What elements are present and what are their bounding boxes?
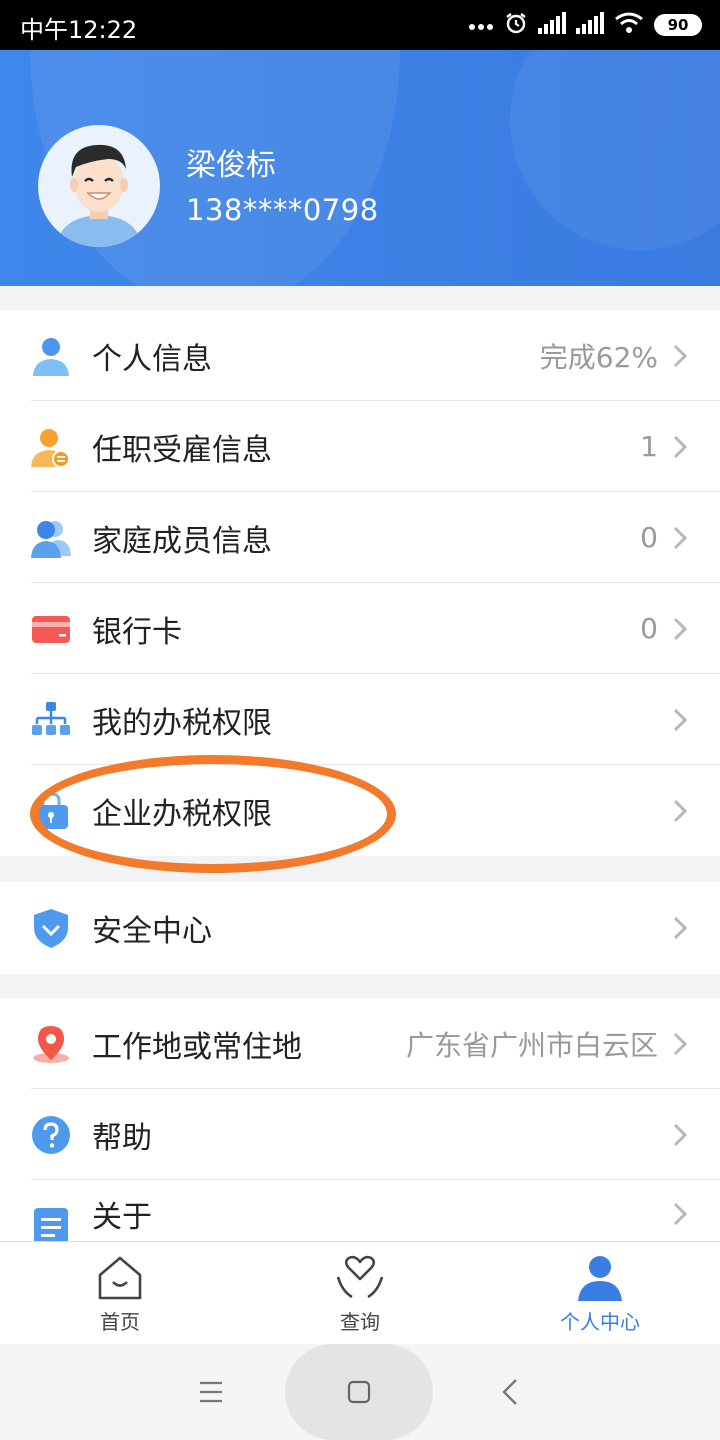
family-icon	[31, 521, 71, 558]
menu-group-personal: 个人信息 完成62% 任职受雇信息 1 家庭成员信息 0 银行卡 0 我的办税权…	[0, 310, 720, 856]
tab-label: 个人中心	[560, 1310, 640, 1334]
chevron-right-icon	[673, 1202, 688, 1226]
person-icon	[33, 338, 69, 376]
help-icon	[32, 1116, 70, 1154]
menu-item-security-center[interactable]: 安全中心	[0, 882, 720, 974]
org-chart-icon	[32, 702, 70, 735]
bank-card-icon	[32, 616, 70, 643]
menu-item-enterprise-tax-permission[interactable]: 企业办税权限	[0, 765, 720, 856]
status-icons: 90	[468, 8, 702, 42]
enterprise-lock-icon	[34, 792, 68, 829]
menu-item-my-tax-permission[interactable]: 我的办税权限	[0, 674, 720, 765]
system-nav-bar	[0, 1344, 720, 1440]
square-icon	[347, 1380, 371, 1404]
wifi-icon	[614, 12, 644, 38]
menu-item-label: 我的办税权限	[92, 705, 272, 741]
signal-icon	[538, 12, 566, 38]
signal-icon	[576, 12, 604, 38]
location-pin-icon	[33, 1026, 69, 1063]
back-icon[interactable]	[500, 1377, 520, 1407]
chevron-right-icon	[673, 435, 688, 458]
home-icon	[98, 1256, 142, 1300]
menu-item-value: 广东省广州市白云区	[405, 1028, 658, 1062]
heart-hands-icon	[336, 1255, 384, 1299]
shield-icon	[34, 909, 68, 948]
menu-item-label: 个人信息	[92, 341, 212, 377]
menu-item-value: 1	[640, 430, 658, 463]
menu-item-label: 任职受雇信息	[92, 432, 272, 468]
menu-item-personal-info[interactable]: 个人信息 完成62%	[0, 310, 720, 401]
status-bar: 中午12:22 90	[0, 0, 720, 50]
menu-item-label: 工作地或常住地	[92, 1029, 302, 1065]
menu-item-about[interactable]: 关于	[0, 1180, 720, 1242]
menu-item-work-location[interactable]: 工作地或常住地 广东省广州市白云区	[0, 998, 720, 1089]
avatar-face-icon	[56, 144, 142, 247]
menu-item-family-info[interactable]: 家庭成员信息 0	[0, 492, 720, 583]
chevron-right-icon	[673, 916, 688, 940]
chevron-right-icon	[673, 1123, 688, 1146]
more-dots-icon	[468, 16, 494, 35]
menu-item-value: 0	[640, 521, 658, 554]
menu-item-label: 家庭成员信息	[92, 523, 272, 559]
tab-home[interactable]: 首页	[0, 1242, 240, 1345]
employment-icon	[31, 429, 70, 467]
home-button[interactable]	[285, 1344, 433, 1440]
menu-item-label: 关于	[92, 1200, 152, 1235]
tab-query[interactable]: 查询	[240, 1242, 480, 1345]
menu-item-employment-info[interactable]: 任职受雇信息 1	[0, 401, 720, 492]
user-icon	[578, 1256, 622, 1301]
menu-item-label: 帮助	[92, 1120, 152, 1156]
tab-label: 首页	[100, 1310, 140, 1334]
chevron-right-icon	[673, 708, 688, 731]
status-time: 中午12:22	[20, 16, 138, 44]
menu-icon[interactable]	[198, 1380, 224, 1404]
chevron-right-icon	[673, 617, 688, 640]
chevron-right-icon	[673, 526, 688, 549]
menu-group-security: 安全中心	[0, 882, 720, 974]
menu-item-label: 企业办税权限	[92, 796, 272, 832]
document-icon	[34, 1208, 68, 1242]
tab-personal-center[interactable]: 个人中心	[480, 1242, 720, 1345]
profile-header[interactable]: 梁俊标 138****0798	[0, 50, 720, 286]
menu-item-bank-card[interactable]: 银行卡 0	[0, 583, 720, 674]
menu-item-label: 银行卡	[92, 614, 182, 650]
menu-item-value: 0	[640, 612, 658, 645]
chevron-right-icon	[673, 1032, 688, 1055]
menu-item-value: 完成62%	[539, 340, 658, 374]
bottom-tab-bar: 首页 查询 个人中心	[0, 1241, 720, 1344]
menu-item-help[interactable]: 帮助	[0, 1089, 720, 1180]
alarm-clock-icon	[504, 11, 528, 39]
battery-indicator: 90	[654, 14, 702, 36]
avatar[interactable]	[38, 125, 160, 247]
chevron-right-icon	[673, 799, 688, 822]
menu-group-other: 工作地或常住地 广东省广州市白云区 帮助 关于	[0, 998, 720, 1242]
menu-item-label: 安全中心	[92, 914, 212, 949]
user-phone: 138****0798	[186, 193, 379, 227]
tab-label: 查询	[340, 1310, 380, 1334]
user-name: 梁俊标	[186, 148, 276, 183]
chevron-right-icon	[673, 344, 688, 367]
